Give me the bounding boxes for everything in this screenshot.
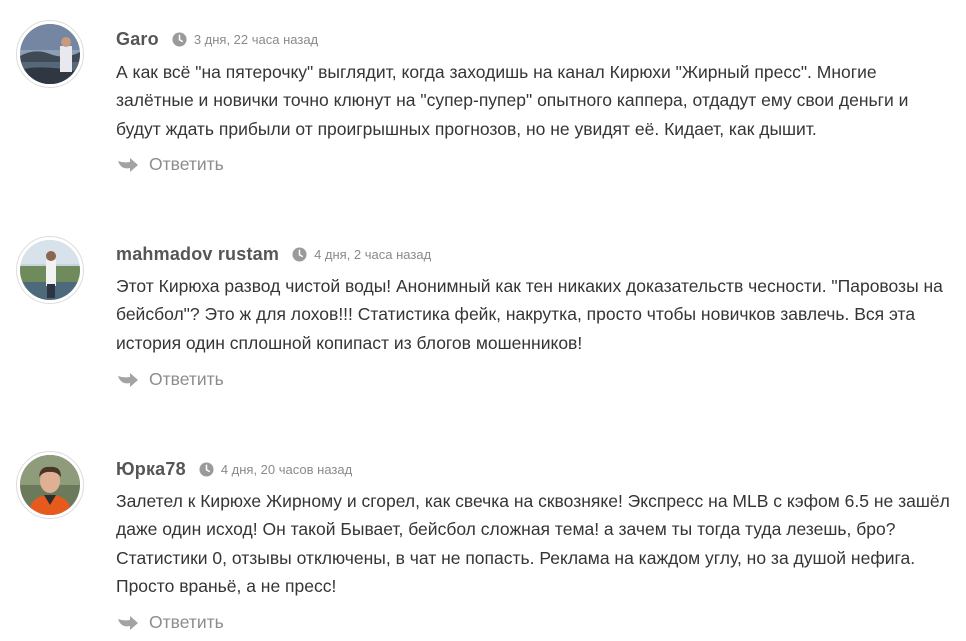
author-name[interactable]: mahmadov rustam bbox=[116, 244, 279, 265]
comment-text: А как всё "на пятерочку" выглядит, когда… bbox=[116, 62, 909, 139]
avatar[interactable] bbox=[16, 236, 84, 304]
reply-arrow-icon bbox=[117, 372, 139, 388]
comment-text: Залетел к Кирюхе Жирному и сгорел, как с… bbox=[116, 491, 950, 596]
clock-icon bbox=[172, 32, 187, 47]
comment-time[interactable]: 4 дня, 20 часов назад bbox=[221, 462, 352, 477]
comments-list: Garo 3 дня, 22 часа назад А как всё "на … bbox=[0, 0, 966, 641]
avatar-image-landscape bbox=[20, 24, 80, 84]
reply-label: Ответить bbox=[149, 369, 224, 389]
reply-button[interactable]: Ответить bbox=[117, 154, 224, 175]
reply-label: Ответить bbox=[149, 154, 224, 174]
reply-button[interactable]: Ответить bbox=[117, 612, 224, 633]
comment-header: Garo 3 дня, 22 часа назад bbox=[116, 29, 318, 50]
reply-button[interactable]: Ответить bbox=[117, 369, 224, 390]
avatar[interactable] bbox=[16, 451, 84, 519]
reply-label: Ответить bbox=[149, 612, 224, 632]
comment-text: Этот Кирюха развод чистой воды! Анонимны… bbox=[116, 276, 943, 353]
avatar-image-person bbox=[20, 455, 80, 515]
reply-arrow-icon bbox=[117, 157, 139, 173]
author-name[interactable]: Юрка78 bbox=[116, 459, 186, 480]
reply-arrow-icon bbox=[117, 615, 139, 631]
comment-time[interactable]: 3 дня, 22 часа назад bbox=[194, 32, 318, 47]
comment-time[interactable]: 4 дня, 2 часа назад bbox=[314, 247, 431, 262]
avatar-image-person bbox=[20, 240, 80, 300]
clock-icon bbox=[199, 462, 214, 477]
clock-icon bbox=[292, 247, 307, 262]
author-name[interactable]: Garo bbox=[116, 29, 159, 50]
avatar[interactable] bbox=[16, 20, 84, 88]
comment-header: mahmadov rustam 4 дня, 2 часа назад bbox=[116, 244, 431, 265]
comment-header: Юрка78 4 дня, 20 часов назад bbox=[116, 459, 352, 480]
